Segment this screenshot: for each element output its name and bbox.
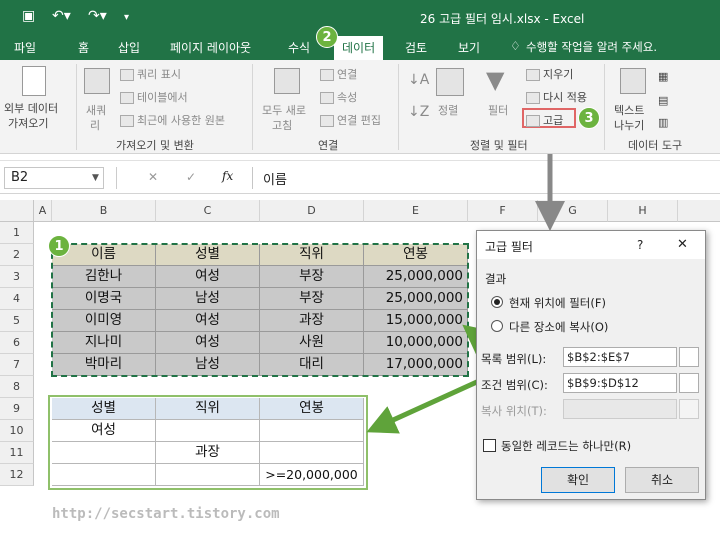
radio-copy-to[interactable]	[491, 320, 503, 332]
radio-dot	[494, 299, 500, 305]
radio-filter-in-place-label[interactable]: 현재 위치에 필터(F)	[509, 295, 606, 311]
list-range-label: 목록 범위(L):	[481, 352, 547, 366]
criteria-range-input[interactable]: $B$9:$D$12	[563, 373, 677, 393]
collapse-dialog-icon[interactable]	[679, 399, 699, 419]
collapse-dialog-icon[interactable]	[679, 373, 699, 393]
copy-to-input[interactable]	[563, 399, 677, 419]
help-icon[interactable]: ?	[637, 238, 643, 252]
result-label: 결과	[485, 272, 507, 286]
radio-filter-in-place[interactable]	[491, 296, 503, 308]
advanced-filter-dialog: 고급 필터 ? ✕ 결과 현재 위치에 필터(F) 다른 장소에 복사(O) 목…	[476, 230, 706, 500]
close-icon[interactable]: ✕	[677, 237, 688, 252]
arrow-to-criteria	[366, 373, 492, 434]
collapse-dialog-icon[interactable]	[679, 347, 699, 367]
list-range-input[interactable]: $B$2:$E$7	[563, 347, 677, 367]
radio-copy-to-label[interactable]: 다른 장소에 복사(O)	[509, 319, 608, 335]
dialog-title: 고급 필터	[485, 240, 533, 254]
unique-records-checkbox[interactable]	[483, 439, 496, 452]
copy-to-label: 복사 위치(T):	[481, 404, 547, 418]
unique-records-label[interactable]: 동일한 레코드는 하나만(R)	[501, 438, 631, 454]
cancel-button[interactable]: 취소	[625, 467, 699, 493]
criteria-range-label: 조건 범위(C):	[481, 378, 548, 392]
ok-button[interactable]: 확인	[541, 467, 615, 493]
